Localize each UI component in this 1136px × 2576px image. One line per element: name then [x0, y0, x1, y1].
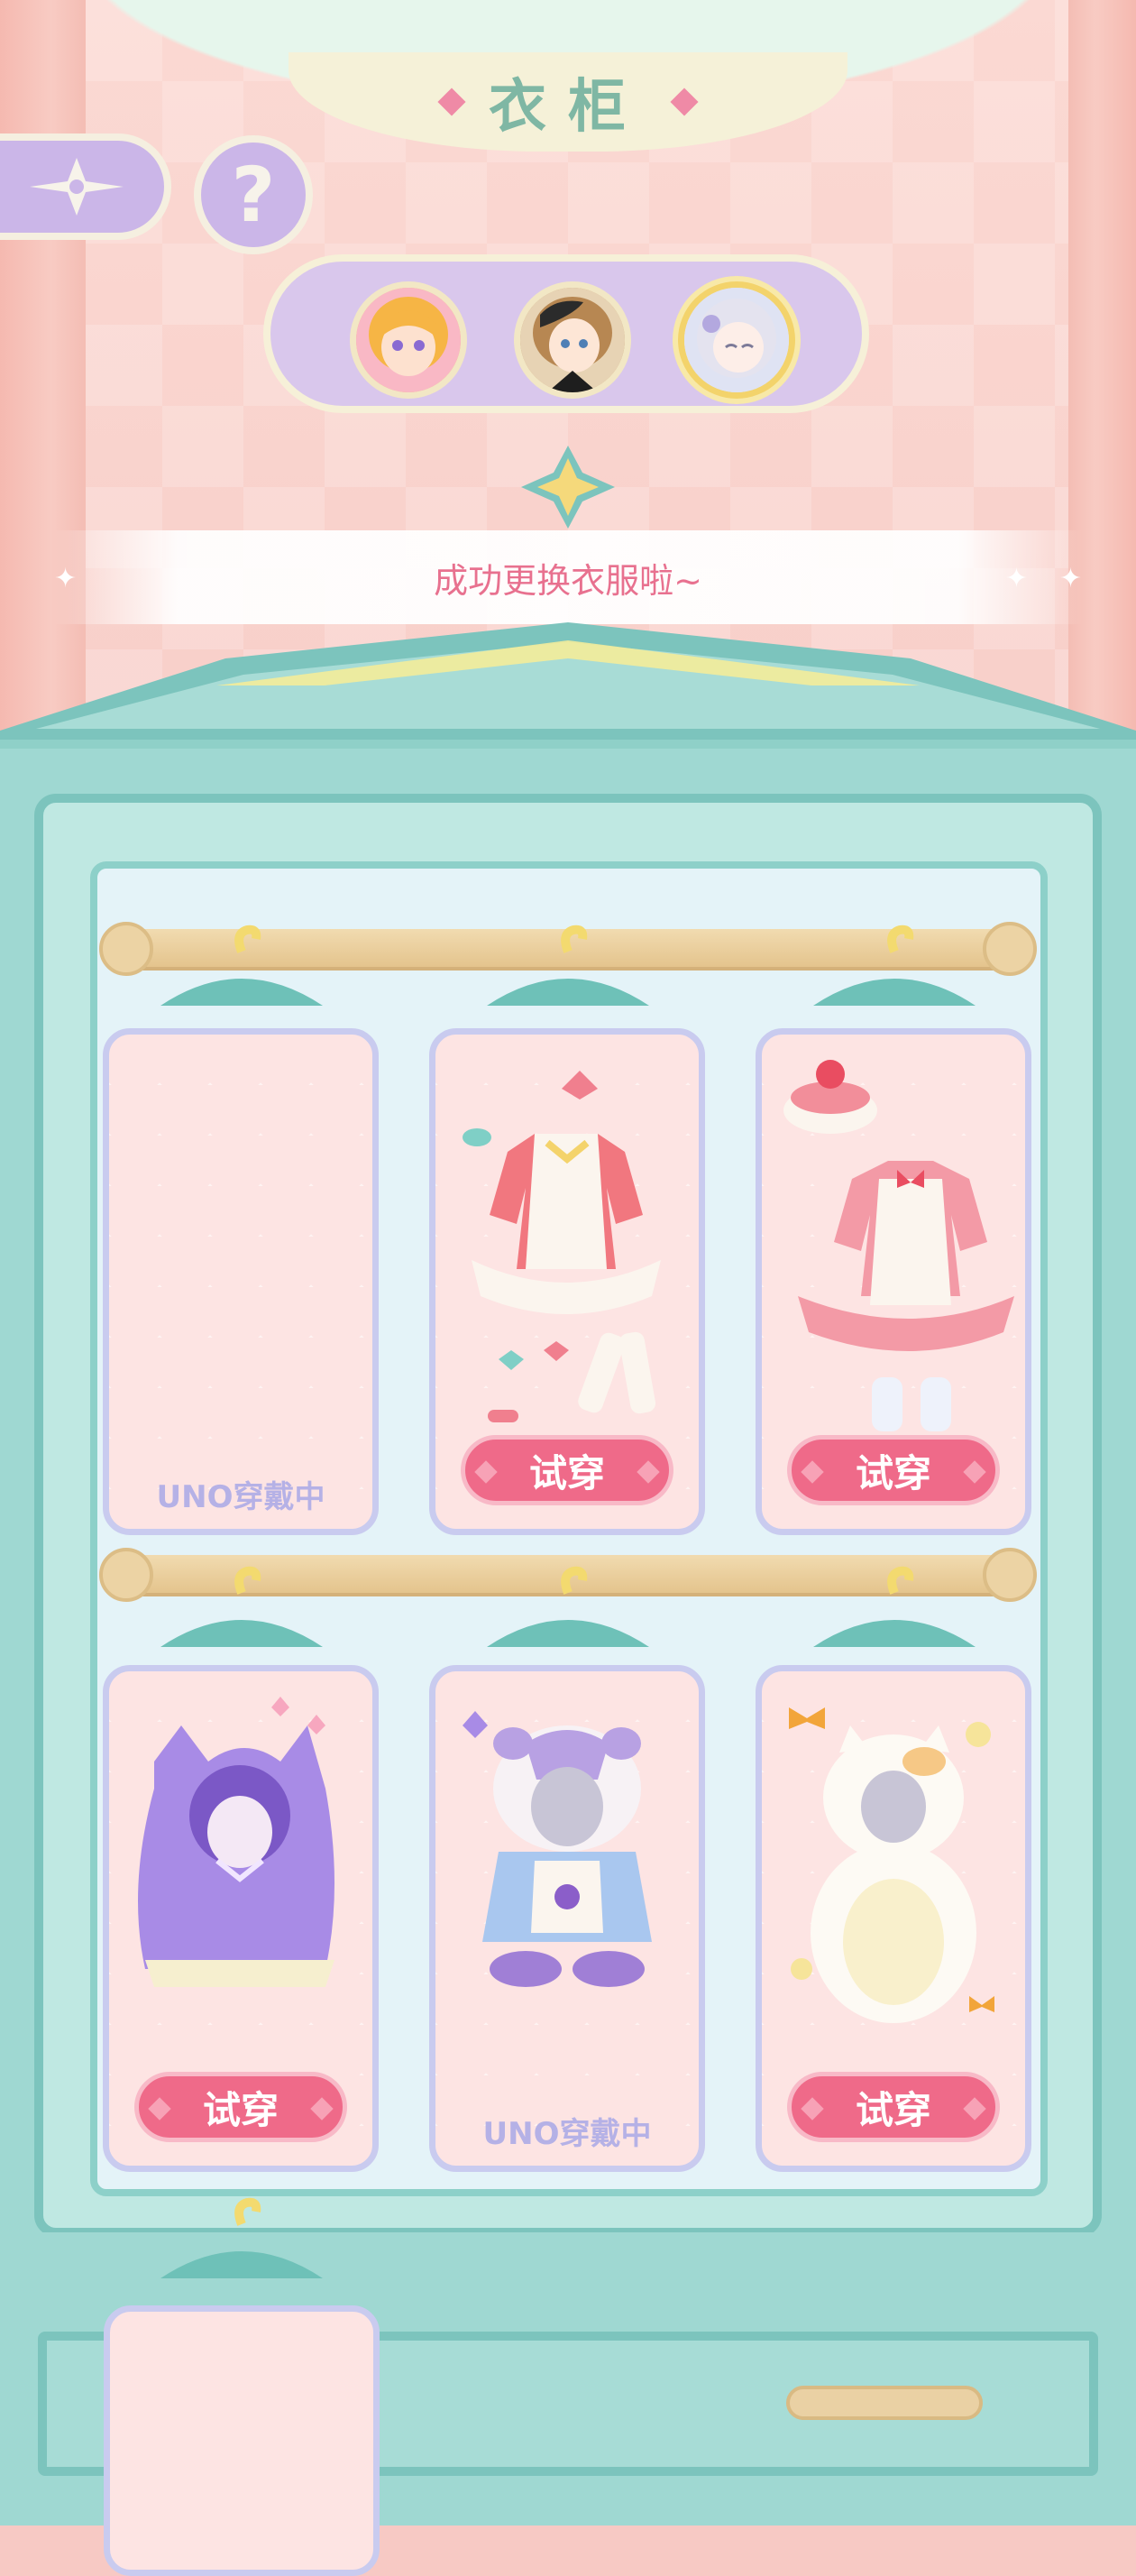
hanger-icon: [487, 925, 649, 1006]
diamond-ornament: [310, 2097, 334, 2121]
try-on-label: 试穿: [202, 2087, 279, 2132]
page-title: 衣柜: [489, 73, 647, 141]
help-icon: ?: [231, 151, 276, 239]
four-point-star-icon: [30, 158, 124, 216]
sparkle-icon: ✦: [1004, 563, 1028, 594]
hanger-icon: [160, 925, 323, 1006]
try-on-button[interactable]: 试穿: [461, 1435, 673, 1505]
diamond-ornament: [637, 1460, 660, 1484]
help-button[interactable]: ?: [194, 135, 313, 254]
diamond-ornament: [148, 2097, 171, 2121]
outfit-card-1[interactable]: UNO穿戴中: [103, 1028, 379, 1535]
pink-school-dress-image: [463, 1071, 661, 1422]
avatar-blonde-girl[interactable]: [350, 281, 467, 399]
notice-text: 成功更换衣服啦~: [434, 560, 702, 601]
outfit-card-6[interactable]: 试穿: [756, 1665, 1031, 2172]
blonde-girl-portrait: [356, 288, 461, 392]
sparkle-icon: ✦: [54, 563, 78, 594]
diamond-ornament: [963, 1460, 986, 1484]
white-cat-costume-image: [789, 1707, 994, 2023]
try-on-label: 试穿: [528, 1450, 605, 1495]
diamond-ornament: [963, 2097, 986, 2121]
hamster-costume-image: [463, 1711, 652, 1987]
title-ornament-right: [670, 87, 699, 116]
purple-cat-hoodie-image: [138, 1697, 334, 1987]
strawberry-maid-dress-image: [783, 1060, 1014, 1431]
outfit-card-3[interactable]: 试穿: [756, 1028, 1031, 1535]
diamond-ornament: [801, 2097, 824, 2121]
diamond-ornament: [474, 1460, 498, 1484]
hanger-icon: [813, 925, 976, 1006]
selection-pointer-icon: [521, 446, 615, 529]
try-on-button[interactable]: 试穿: [134, 2072, 347, 2142]
notice-bar: ✦ 成功更换衣服啦~ ✦ ✦: [54, 530, 1082, 624]
wearing-label: UNO穿戴中: [482, 2116, 652, 2152]
outfit-card-4[interactable]: 试穿: [103, 1665, 379, 2172]
back-button[interactable]: [0, 133, 171, 240]
outfit-card-5[interactable]: UNO穿戴中: [429, 1665, 705, 2172]
rod-end-cap: [983, 922, 1037, 976]
outfit-card-2[interactable]: 试穿: [429, 1028, 705, 1535]
rod-end-cap: [99, 1548, 153, 1602]
hanger-icon: [813, 1566, 976, 1647]
diamond-ornament: [801, 1460, 824, 1484]
rod-end-cap: [99, 922, 153, 976]
try-on-label: 试穿: [855, 1450, 931, 1495]
brown-hair-boy-portrait: [520, 288, 625, 392]
outfit-card-partial[interactable]: [104, 2305, 380, 2576]
wearing-label: UNO穿戴中: [156, 1479, 325, 1515]
rod-end-cap: [983, 1548, 1037, 1602]
try-on-button[interactable]: 试穿: [787, 1435, 1000, 1505]
silver-hair-girl-portrait: [684, 288, 789, 392]
avatar-silver-hair-girl[interactable]: [678, 281, 795, 399]
drawer-handle[interactable]: [786, 2386, 983, 2420]
avatar-brown-hair-boy[interactable]: [514, 281, 631, 399]
title-ornament-left: [437, 87, 466, 116]
character-selector: [263, 254, 869, 413]
try-on-button[interactable]: 试穿: [787, 2072, 1000, 2142]
hanger-icon: [160, 2197, 323, 2278]
sparkle-icon: ✦: [1058, 563, 1082, 594]
try-on-label: 试穿: [855, 2087, 931, 2132]
hanger-icon: [487, 1566, 649, 1647]
hanger-icon: [160, 1566, 323, 1647]
